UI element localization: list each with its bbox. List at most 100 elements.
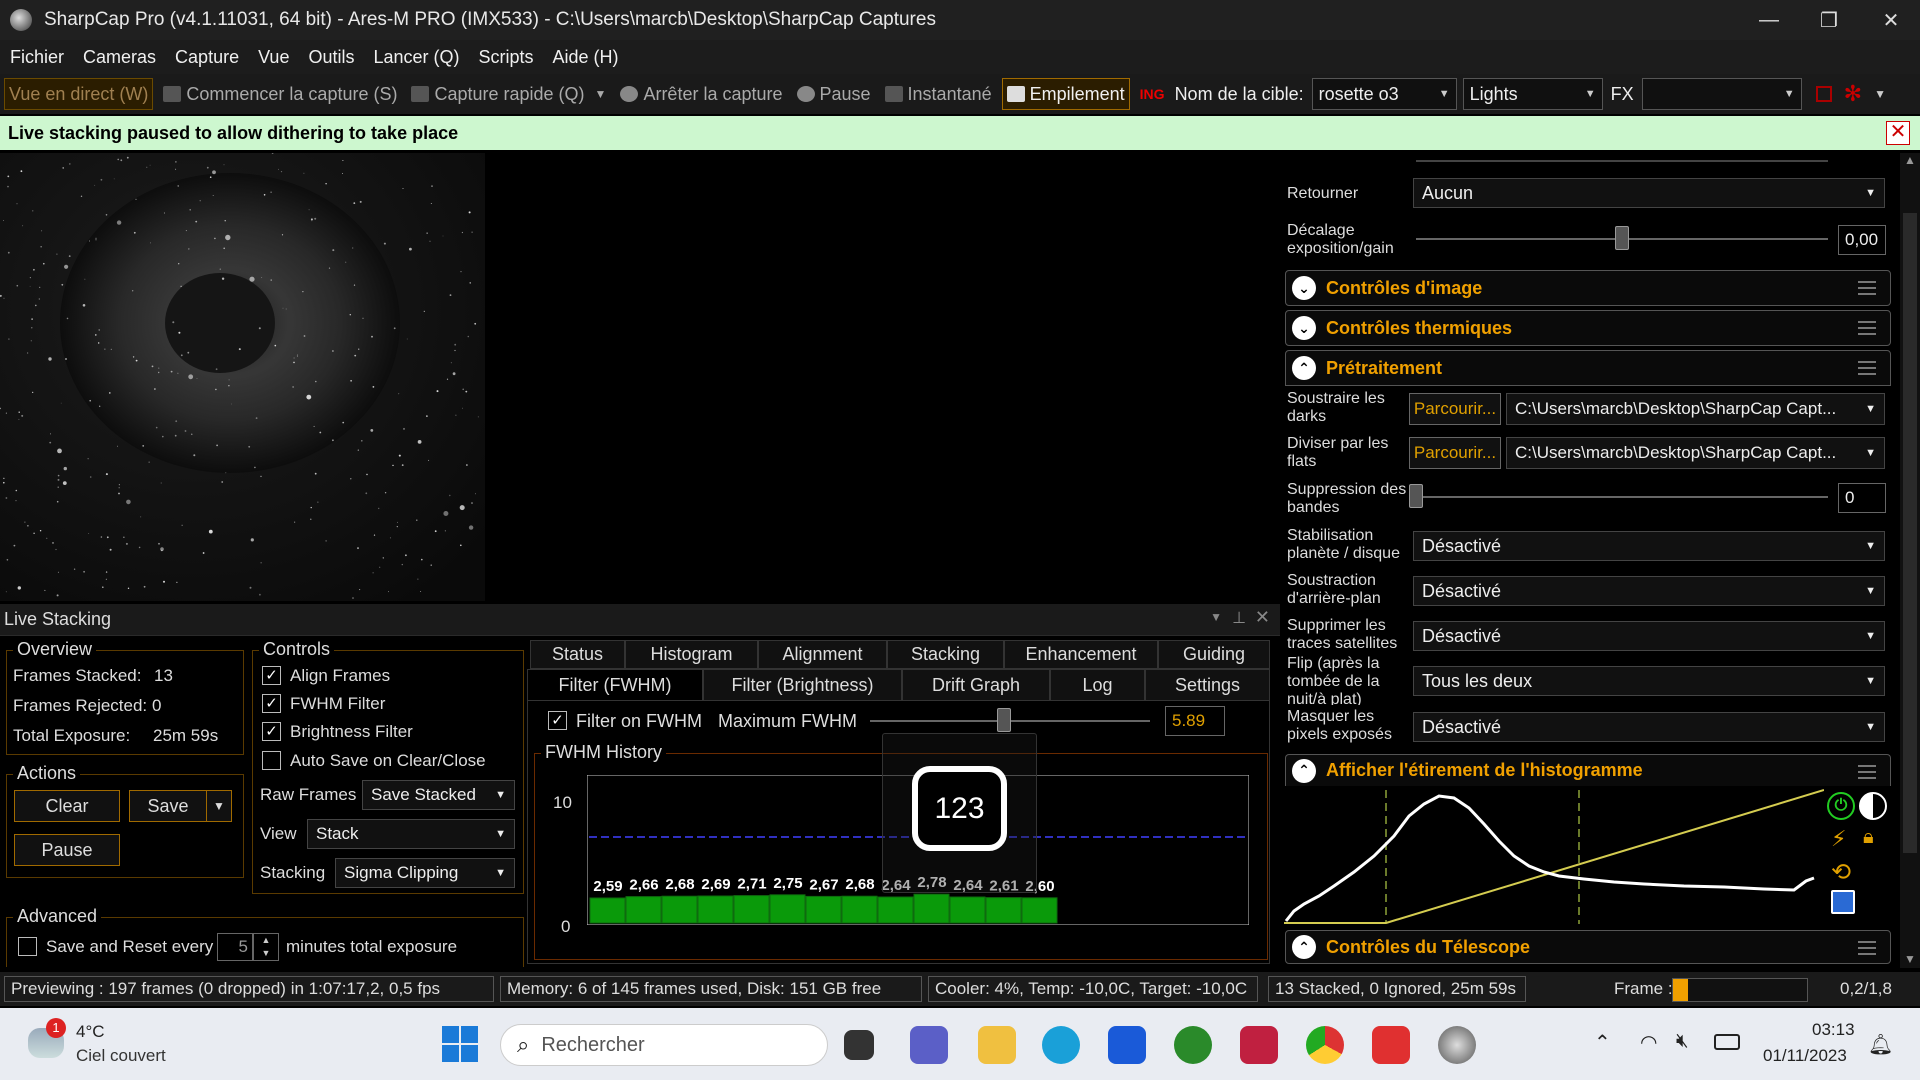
top-slider-track[interactable] bbox=[1416, 160, 1828, 162]
start-capture-button[interactable]: Commencer la capture (S) bbox=[159, 78, 401, 110]
menu-vue[interactable]: Vue bbox=[258, 47, 289, 68]
target-name-select[interactable]: rosette o3 ▼ bbox=[1311, 78, 1457, 110]
satellite-trails-select[interactable]: Désactivé ▼ bbox=[1413, 621, 1885, 651]
auto-save-checkbox[interactable] bbox=[262, 751, 281, 770]
close-icon[interactable]: ✕ bbox=[1255, 607, 1270, 628]
menu-icon[interactable] bbox=[1858, 281, 1876, 295]
minimize-button[interactable]: — bbox=[1740, 0, 1798, 40]
histogram-stretch-section[interactable]: ⌃ Afficher l'étirement de l'histogramme bbox=[1285, 754, 1891, 786]
lock-icon[interactable]: 🔒︎ bbox=[1863, 826, 1874, 849]
clear-button[interactable]: Clear bbox=[14, 790, 120, 822]
scrollbar-thumb[interactable] bbox=[1903, 213, 1917, 853]
chevron-up-icon[interactable]: ▲ bbox=[1904, 153, 1916, 167]
tab-stacking[interactable]: Stacking bbox=[887, 640, 1004, 669]
menu-icon[interactable] bbox=[1858, 361, 1876, 375]
chevron-down-icon[interactable]: ▼ bbox=[595, 87, 607, 101]
chrome-icon[interactable] bbox=[1306, 1026, 1344, 1064]
store-icon[interactable] bbox=[1108, 1026, 1146, 1064]
browse-flats-button[interactable]: Parcourir... bbox=[1409, 437, 1501, 469]
fwhm-filter-checkbox[interactable]: ✓ bbox=[262, 694, 281, 713]
banding-value[interactable]: 0 bbox=[1838, 483, 1886, 513]
maximize-button[interactable]: ❐ bbox=[1800, 0, 1858, 40]
wifi-icon[interactable]: ◠ bbox=[1640, 1030, 1657, 1055]
menu-capture[interactable]: Capture bbox=[175, 47, 239, 68]
weather-text[interactable]: Ciel couvert bbox=[76, 1046, 166, 1066]
teams-icon[interactable] bbox=[910, 1026, 948, 1064]
phd2-icon[interactable] bbox=[1174, 1026, 1212, 1064]
crosshair-icon[interactable]: ✻ bbox=[1844, 81, 1862, 107]
tab-log[interactable]: Log bbox=[1050, 669, 1145, 701]
save-button[interactable]: Save bbox=[129, 790, 207, 822]
raw-frames-select[interactable]: Save Stacked ▼ bbox=[362, 780, 515, 810]
stepper-arrows-icon[interactable]: ▲ ▼ bbox=[253, 933, 279, 961]
menu-lancer[interactable]: Lancer (Q) bbox=[373, 47, 459, 68]
tab-status[interactable]: Status bbox=[530, 640, 625, 669]
planet-stabilization-select[interactable]: Désactivé ▼ bbox=[1413, 531, 1885, 561]
pause-stacking-button[interactable]: Pause bbox=[14, 834, 120, 866]
chevron-down-icon[interactable]: ▼ bbox=[1904, 952, 1916, 966]
menu-aide[interactable]: Aide (H) bbox=[553, 47, 619, 68]
menu-icon[interactable] bbox=[1858, 321, 1876, 335]
lightning-icon[interactable]: ⚡ bbox=[1831, 826, 1846, 852]
frame-type-select[interactable]: Lights ▼ bbox=[1462, 78, 1603, 110]
battery-icon[interactable] bbox=[1714, 1034, 1740, 1050]
save-icon[interactable] bbox=[1831, 890, 1855, 914]
tab-enhancement[interactable]: Enhancement bbox=[1004, 640, 1158, 669]
menu-cameras[interactable]: Cameras bbox=[83, 47, 156, 68]
clock-time[interactable]: 03:13 bbox=[1812, 1020, 1855, 1040]
tab-filter-fwhm[interactable]: Filter (FWHM) bbox=[527, 669, 703, 701]
anydesk-icon[interactable] bbox=[1372, 1026, 1410, 1064]
background-subtraction-select[interactable]: Désactivé ▼ bbox=[1413, 576, 1885, 606]
banding-slider-track[interactable] bbox=[1416, 496, 1828, 498]
reset-icon[interactable]: ⟲ bbox=[1831, 858, 1851, 887]
stop-capture-button[interactable]: Arrêter la capture bbox=[616, 78, 786, 110]
volume-muted-icon[interactable]: 🔇︎ bbox=[1676, 1030, 1689, 1053]
chevron-down-icon[interactable]: ▼ bbox=[1874, 87, 1886, 101]
telescope-controls-section[interactable]: ⌃ Contrôles du Télescope bbox=[1285, 930, 1891, 964]
close-notification-button[interactable]: ✕ bbox=[1886, 121, 1910, 145]
menu-outils[interactable]: Outils bbox=[308, 47, 354, 68]
menu-icon[interactable] bbox=[1858, 765, 1876, 779]
menu-icon[interactable] bbox=[1858, 941, 1876, 955]
view-select[interactable]: Stack ▼ bbox=[307, 819, 515, 849]
save-reset-checkbox[interactable] bbox=[18, 937, 37, 956]
banding-slider-thumb[interactable] bbox=[1409, 484, 1423, 508]
notifications-bell-icon[interactable]: 🔔︎ bbox=[1868, 1032, 1893, 1057]
right-panel-scrollbar[interactable]: ▲ ▼ bbox=[1900, 153, 1920, 968]
menu-fichier[interactable]: Fichier bbox=[10, 47, 64, 68]
stacking-button[interactable]: Empilement bbox=[1001, 78, 1130, 110]
chevron-up-icon[interactable]: ⌃ bbox=[1594, 1030, 1611, 1055]
stacking-mode-select[interactable]: Sigma Clipping ▼ bbox=[335, 858, 515, 888]
tab-settings[interactable]: Settings bbox=[1145, 669, 1270, 701]
tab-alignment[interactable]: Alignment bbox=[758, 640, 887, 669]
live-view-button[interactable]: Vue en direct (W) bbox=[4, 78, 154, 110]
flats-path-select[interactable]: C:\Users\marcb\Desktop\SharpCap Capt... ▼ bbox=[1506, 437, 1885, 469]
sharpcap-taskbar-icon[interactable] bbox=[1438, 1026, 1476, 1064]
offset-slider-thumb[interactable] bbox=[1615, 226, 1629, 250]
preprocessing-section[interactable]: ⌃ Prétraitement bbox=[1285, 350, 1891, 386]
numeric-input-icon[interactable]: 123 bbox=[912, 766, 1007, 851]
filter-on-fwhm-checkbox[interactable]: ✓ bbox=[548, 711, 567, 730]
record-stop-icon[interactable] bbox=[1815, 86, 1832, 102]
browse-darks-button[interactable]: Parcourir... bbox=[1409, 393, 1501, 425]
tab-guiding[interactable]: Guiding bbox=[1158, 640, 1270, 669]
max-fwhm-value[interactable]: 5.89 bbox=[1165, 706, 1225, 736]
snapshot-button[interactable]: Instantané bbox=[881, 78, 996, 110]
tab-drift-graph[interactable]: Drift Graph bbox=[902, 669, 1050, 701]
close-button[interactable]: ✕ bbox=[1862, 0, 1920, 40]
task-view-icon[interactable] bbox=[844, 1030, 874, 1060]
ing-icon[interactable]: ING bbox=[1136, 78, 1169, 110]
thermal-controls-section[interactable]: ⌄ Contrôles thermiques bbox=[1285, 310, 1891, 346]
astro-app-icon[interactable] bbox=[1240, 1026, 1278, 1064]
pin-icon[interactable]: ⊥ bbox=[1232, 608, 1246, 628]
taskbar-search[interactable]: ⌕ Rechercher bbox=[500, 1024, 828, 1066]
offset-value[interactable]: 0,00 bbox=[1838, 225, 1886, 255]
save-dropdown-button[interactable]: ▼ bbox=[206, 790, 232, 822]
pause-button[interactable]: Pause bbox=[793, 78, 875, 110]
flip-after-select[interactable]: Tous les deux ▼ bbox=[1413, 666, 1885, 696]
tab-histogram[interactable]: Histogram bbox=[625, 640, 758, 669]
image-controls-section[interactable]: ⌄ Contrôles d'image bbox=[1285, 270, 1891, 306]
contrast-icon[interactable] bbox=[1859, 792, 1887, 820]
temperature-text[interactable]: 4°C bbox=[76, 1022, 105, 1042]
fx-select[interactable]: ▼ bbox=[1641, 78, 1802, 110]
